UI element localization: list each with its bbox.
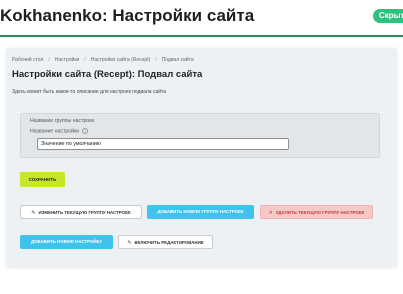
breadcrumb: Рабочий стол / Настройки / Настройки сай… — [12, 57, 194, 63]
enable-edit-button[interactable]: ✎ ВКЛЮЧИТЬ РЕДАКТИРОВАНИЕ — [118, 235, 213, 249]
breadcrumb-separator: / — [48, 57, 50, 63]
breadcrumb-site-settings[interactable]: Настройки сайта (Recept) — [91, 57, 151, 63]
breadcrumb-separator: / — [84, 57, 86, 63]
breadcrumb-current: Подвал сайта — [161, 57, 194, 63]
group-name-label: Название группы настроек — [30, 118, 95, 124]
breadcrumb-settings[interactable]: Настройки — [55, 57, 80, 63]
setting-name-text: Название настройки — [30, 128, 80, 135]
delete-group-label: УДАЛИТЬ ТЕКУЩУЮ ГРУППУ НАСТРОЕК — [275, 210, 365, 215]
site-title: Kokhanenko: Настройки сайта — [0, 6, 255, 25]
header-divider — [0, 35, 403, 37]
delete-group-button[interactable]: ✕ УДАЛИТЬ ТЕКУЩУЮ ГРУППУ НАСТРОЕК — [260, 205, 373, 219]
page-title: Настройки сайта (Recept): Подвал сайта — [12, 69, 203, 80]
breadcrumb-separator: / — [155, 57, 157, 63]
edit-group-button[interactable]: ✎ ИЗМЕНИТЬ ТЕКУЩУЮ ГРУППУ НАСТРОЕК — [20, 205, 142, 219]
pencil-icon: ✎ — [127, 240, 132, 246]
hide-button[interactable]: Скрыть — [373, 9, 403, 23]
settings-group: Название группы настроек Название настро… — [20, 113, 380, 158]
save-button[interactable]: СОХРАНИТЬ — [20, 172, 65, 187]
star-icon[interactable]: ☆ — [189, 69, 197, 80]
add-setting-button[interactable]: ДОБАВИТЬ НОВУЮ НАСТРОЙКУ — [20, 235, 113, 249]
setting-value-input[interactable] — [37, 138, 289, 150]
edit-group-label: ИЗМЕНИТЬ ТЕКУЩУЮ ГРУППУ НАСТРОЕК — [38, 210, 131, 215]
breadcrumb-dashboard[interactable]: Рабочий стол — [12, 57, 43, 63]
settings-panel: Рабочий стол / Настройки / Настройки сай… — [6, 48, 397, 268]
pencil-icon: ✎ — [31, 210, 36, 216]
top-bar: Kokhanenko: Настройки сайта Скрыть — [0, 0, 403, 38]
enable-edit-label: ВКЛЮЧИТЬ РЕДАКТИРОВАНИЕ — [134, 240, 204, 245]
help-icon[interactable]: ? — [82, 128, 89, 134]
close-icon: ✕ — [268, 210, 273, 216]
page-description: Здесь может быть какое-то описание для н… — [12, 89, 167, 95]
add-group-button[interactable]: ДОБАВИТЬ НОВУЮ ГРУППУ НАСТРОЕК — [147, 205, 254, 219]
setting-name-label: Название настройки? — [30, 128, 89, 135]
